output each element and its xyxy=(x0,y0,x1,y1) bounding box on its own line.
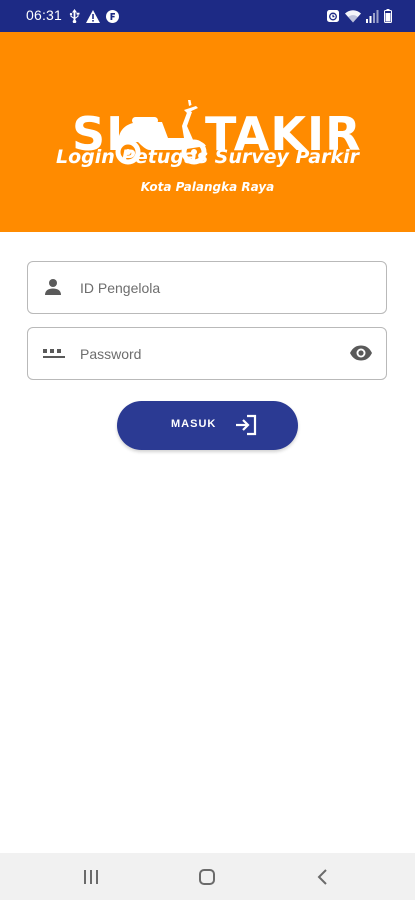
battery-icon xyxy=(384,9,392,23)
status-bar: 06:31 xyxy=(0,0,415,32)
recent-apps-button[interactable] xyxy=(71,865,111,889)
home-button[interactable] xyxy=(187,865,227,889)
usb-icon xyxy=(69,9,80,23)
masuk-button[interactable]: MASUK xyxy=(117,401,298,450)
f-app-icon xyxy=(106,9,119,23)
warning-icon xyxy=(86,9,100,23)
password-dots-icon xyxy=(43,349,65,358)
system-nav-bar xyxy=(0,853,415,900)
password-field[interactable] xyxy=(27,327,387,380)
password-input[interactable] xyxy=(80,328,340,379)
status-left-icons xyxy=(69,9,125,23)
alarm-icon xyxy=(327,10,339,22)
page-subtitle: Kota Palangka Raya xyxy=(140,180,275,194)
eye-icon[interactable] xyxy=(349,343,373,363)
masuk-button-label: MASUK xyxy=(171,418,217,430)
wifi-icon xyxy=(345,9,361,22)
home-icon xyxy=(199,869,215,885)
login-icon xyxy=(236,414,257,436)
status-right-icons xyxy=(321,8,392,24)
signal-icon xyxy=(366,9,379,23)
page-title: Login Petugas Survey Parkir xyxy=(56,146,359,168)
back-button[interactable] xyxy=(303,865,343,889)
header-banner: SI TAKIR Login Petugas Survey Parkir Kot… xyxy=(0,32,415,232)
recent-apps-icon xyxy=(84,870,98,884)
back-icon xyxy=(317,869,327,885)
id-pengelola-field[interactable] xyxy=(27,261,387,314)
person-icon xyxy=(45,279,61,295)
id-pengelola-input[interactable] xyxy=(80,262,340,313)
status-time: 06:31 xyxy=(26,7,63,23)
